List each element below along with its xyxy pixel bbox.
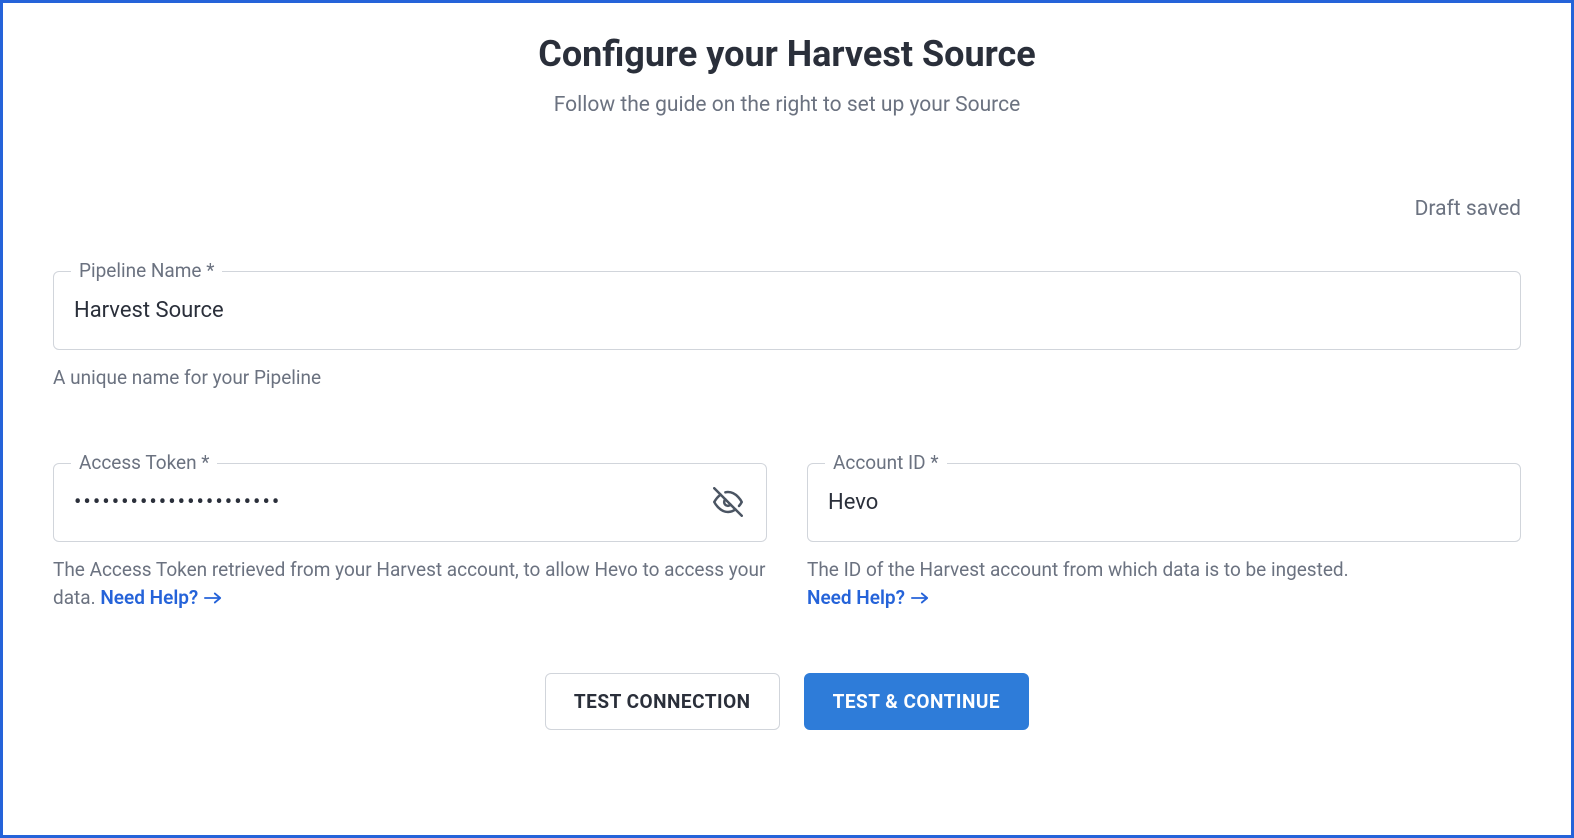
account-id-label: Account ID *: [825, 451, 947, 474]
button-row: TEST CONNECTION TEST & CONTINUE: [53, 673, 1521, 730]
account-id-field-wrapper: Account ID *: [807, 463, 1521, 542]
page-subtitle: Follow the guide on the right to set up …: [43, 93, 1531, 117]
page-header: Configure your Harvest Source Follow the…: [43, 33, 1531, 117]
access-token-column: Access Token * The Access Token retrieve…: [53, 463, 767, 613]
pipeline-name-field-wrapper: Pipeline Name *: [53, 271, 1521, 350]
access-token-input[interactable]: [53, 463, 767, 542]
account-id-input[interactable]: [807, 463, 1521, 542]
account-id-column: Account ID * The ID of the Harvest accou…: [807, 463, 1521, 613]
access-token-help-link[interactable]: Need Help?: [100, 584, 222, 613]
test-connection-button[interactable]: TEST CONNECTION: [545, 673, 780, 730]
page-title: Configure your Harvest Source: [43, 33, 1531, 75]
pipeline-name-label: Pipeline Name *: [71, 259, 222, 282]
draft-saved-status: Draft saved: [43, 197, 1531, 221]
arrow-right-icon: [204, 591, 222, 605]
account-id-help-link[interactable]: Need Help?: [807, 584, 929, 613]
help-link-label: Need Help?: [100, 584, 198, 613]
pipeline-name-help: A unique name for your Pipeline: [53, 364, 1521, 393]
eye-off-icon: [713, 487, 743, 517]
pipeline-name-input[interactable]: [53, 271, 1521, 350]
toggle-visibility-button[interactable]: [709, 483, 747, 521]
access-token-help: The Access Token retrieved from your Har…: [53, 556, 767, 613]
arrow-right-icon: [911, 591, 929, 605]
account-id-help-text: The ID of the Harvest account from which…: [807, 558, 1349, 581]
help-link-label: Need Help?: [807, 584, 905, 613]
form-container: Pipeline Name * A unique name for your P…: [43, 271, 1531, 730]
test-continue-button[interactable]: TEST & CONTINUE: [804, 673, 1030, 730]
access-token-label: Access Token *: [71, 451, 217, 474]
access-token-field-wrapper: Access Token *: [53, 463, 767, 542]
form-row: Access Token * The Access Token retrieve…: [53, 463, 1521, 613]
account-id-help: The ID of the Harvest account from which…: [807, 556, 1521, 613]
